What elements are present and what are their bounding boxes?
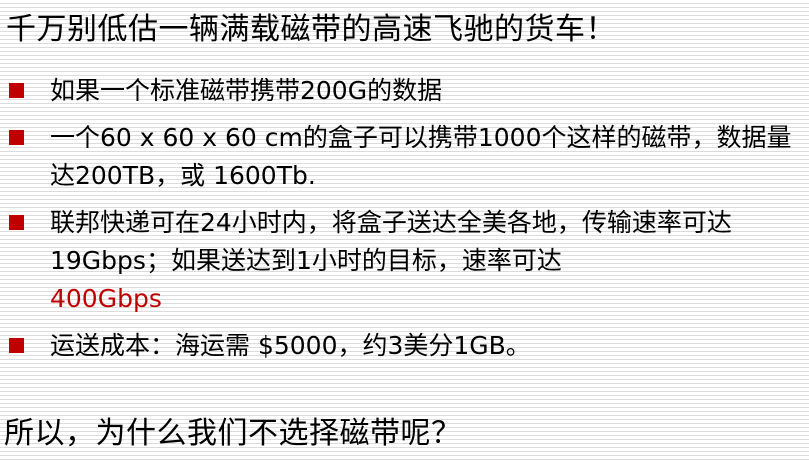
- bullet-item: 一个60 x 60 x 60 cm的盒子可以携带1000个这样的磁带，数据量达2…: [0, 119, 809, 195]
- bullet-text: 如果一个标准磁带携带200G的数据: [50, 76, 443, 105]
- bullet-text: 一个60 x 60 x 60 cm的盒子可以携带1000个这样的磁带，数据量达2…: [50, 123, 792, 190]
- slide: 千万别低估一辆满载磁带的高速飞驰的货车！ 如果一个标准磁带携带200G的数据 一…: [0, 0, 809, 460]
- bullet-item: 如果一个标准磁带携带200G的数据: [0, 72, 809, 110]
- bullet-item: 运送成本：海运需 $5000，约3美分1GB。: [0, 327, 809, 365]
- slide-title: 千万别低估一辆满载磁带的高速飞驰的货车！: [6, 12, 616, 47]
- bullet-text: 运送成本：海运需 $5000，约3美分1GB。: [50, 331, 531, 360]
- square-bullet-icon: [9, 338, 24, 353]
- bullet-highlight-value: 400Gbps: [50, 284, 162, 313]
- bullet-text: 联邦快递可在24小时内，将盒子送达全美各地，传输速率可达19Gbps；如果送达到…: [50, 208, 732, 275]
- bullet-list: 如果一个标准磁带携带200G的数据 一个60 x 60 x 60 cm的盒子可以…: [0, 72, 809, 374]
- square-bullet-icon: [9, 130, 24, 145]
- closing-question: 所以，为什么我们不选择磁带呢？: [4, 416, 462, 451]
- bullet-item: 联邦快递可在24小时内，将盒子送达全美各地，传输速率可达19Gbps；如果送达到…: [0, 204, 809, 318]
- square-bullet-icon: [9, 215, 24, 230]
- square-bullet-icon: [9, 83, 24, 98]
